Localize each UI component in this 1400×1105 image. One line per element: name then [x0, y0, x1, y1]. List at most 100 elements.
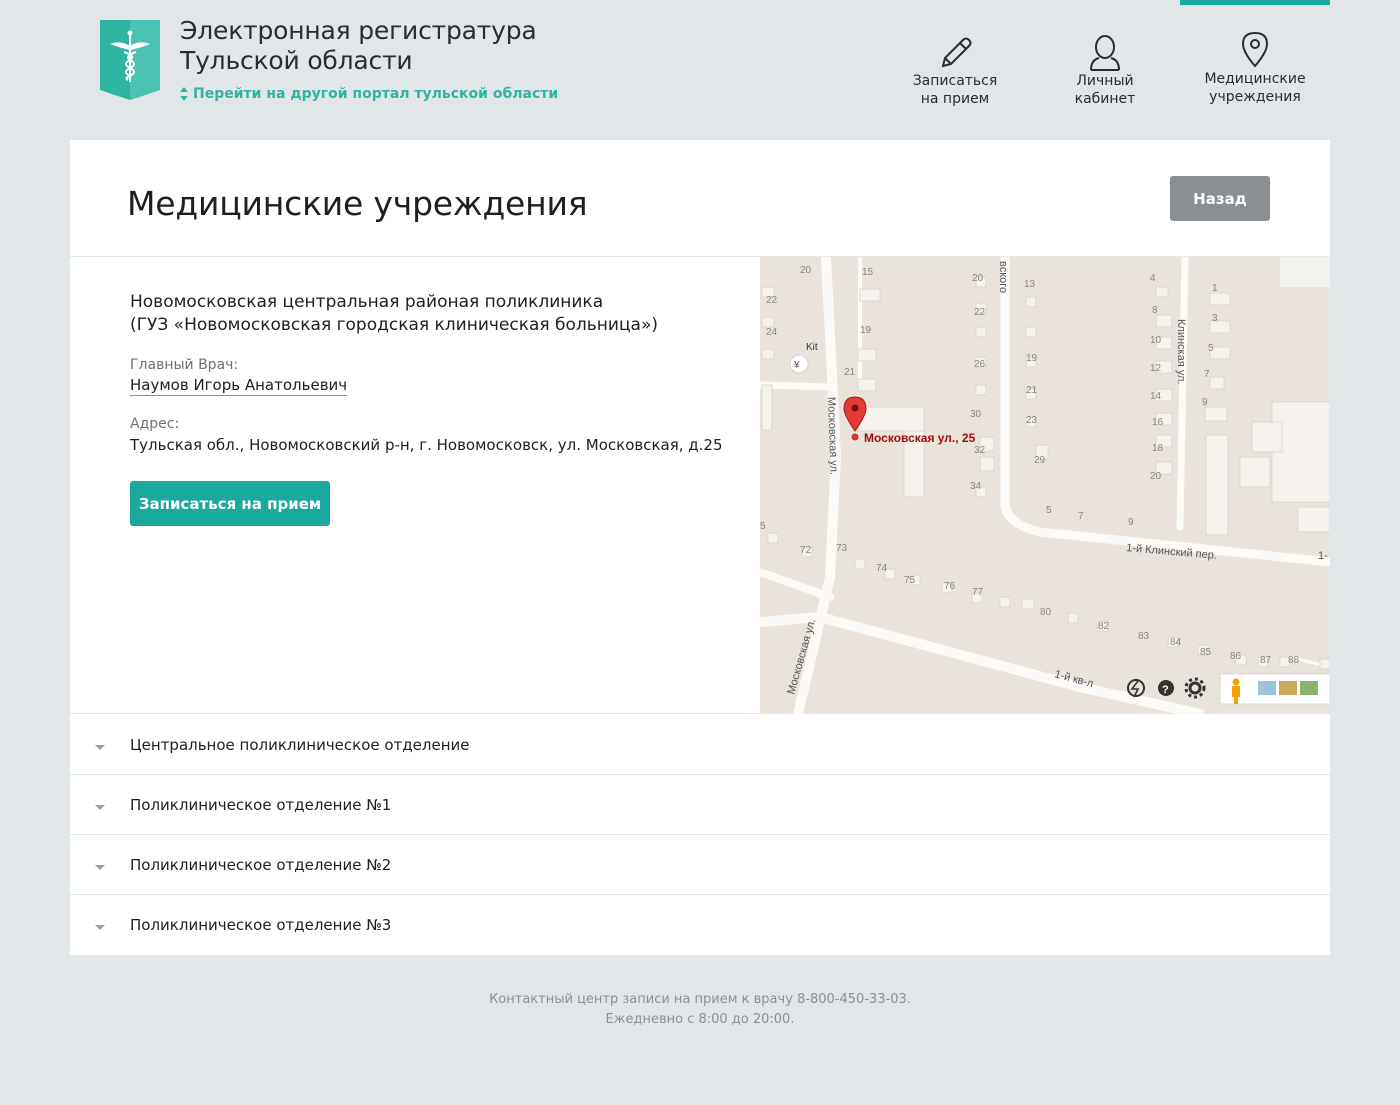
- institution-details: Новомосковская центральная районая полик…: [130, 291, 750, 526]
- svg-text:76: 76: [944, 581, 956, 592]
- chief-doctor-link[interactable]: Наумов Игорь Анатольевич: [130, 376, 348, 396]
- svg-text:80: 80: [1040, 607, 1052, 618]
- nav-personal-account[interactable]: Личный кабинет: [1030, 0, 1180, 120]
- department-row[interactable]: Поликлиническое отделение №2: [70, 835, 1330, 895]
- svg-text:16: 16: [1152, 417, 1164, 428]
- chevron-down-icon: [95, 745, 105, 750]
- nav-book-appointment-label: Записаться на прием: [912, 73, 998, 107]
- site-title-line1: Электронная регистратура: [180, 16, 537, 45]
- location-map[interactable]: 20 15 22 24 19 21 20 22 26 30 32 34 13 19 21 23 …: [760, 257, 1330, 714]
- svg-text:21: 21: [844, 367, 856, 378]
- footer-contact: Контактный центр записи на прием к врачу…: [489, 992, 911, 1007]
- svg-text:5: 5: [1208, 343, 1214, 354]
- department-row[interactable]: Поликлиническое отделение №3: [70, 895, 1330, 955]
- svg-text:82: 82: [1098, 621, 1110, 632]
- chief-doctor-label: Главный Врач:: [130, 357, 239, 373]
- svg-text:30: 30: [970, 409, 982, 420]
- svg-text:86: 86: [1230, 651, 1242, 662]
- svg-text:75: 75: [904, 575, 916, 586]
- institution-name-line2: (ГУЗ «Новомосковская городская клиническ…: [130, 315, 658, 335]
- institution-name: Новомосковская центральная районая полик…: [130, 291, 750, 337]
- department-row[interactable]: Поликлиническое отделение №1: [70, 775, 1330, 835]
- nav-medical-institutions[interactable]: Медицинские учреждения: [1180, 0, 1330, 120]
- svg-text:74: 74: [876, 563, 888, 574]
- caduceus-logo-icon[interactable]: [100, 20, 160, 100]
- svg-text:22: 22: [766, 295, 778, 306]
- svg-text:4: 4: [1150, 273, 1156, 284]
- main-card: Медицинские учреждения Назад Новомосковс…: [70, 140, 1330, 955]
- svg-text:9: 9: [1202, 397, 1208, 408]
- footer-hours: Ежедневно с 8:00 до 20:00.: [605, 1012, 795, 1027]
- svg-text:7: 7: [1204, 369, 1210, 380]
- chevron-down-icon: [95, 925, 105, 930]
- chevron-down-icon: [95, 805, 105, 810]
- svg-text:3: 3: [1212, 313, 1218, 324]
- address-value: Тульская обл., Новомосковский р-н, г. Но…: [130, 436, 723, 454]
- svg-text:73: 73: [836, 543, 848, 554]
- department-name: Поликлиническое отделение №3: [130, 916, 392, 934]
- map-pin-icon: [1241, 31, 1269, 68]
- back-button[interactable]: Назад: [1170, 176, 1270, 221]
- svg-text:20: 20: [800, 265, 812, 276]
- marker-label: Московская ул., 25: [864, 431, 976, 445]
- svg-text:32: 32: [974, 445, 986, 456]
- svg-text:20: 20: [972, 273, 984, 284]
- svg-text:15: 15: [862, 267, 874, 278]
- nav-personal-account-label: Личный кабинет: [1074, 73, 1136, 107]
- site-header: Электронная регистратура Тульской област…: [0, 0, 1400, 140]
- svg-text:1: 1: [1212, 283, 1218, 294]
- svg-text:84: 84: [1170, 637, 1182, 648]
- svg-text:19: 19: [1026, 353, 1038, 364]
- svg-text:5: 5: [760, 521, 766, 532]
- institution-name-line1: Новомосковская центральная районая полик…: [130, 292, 604, 312]
- svg-text:19: 19: [860, 325, 872, 336]
- svg-text:34: 34: [970, 481, 982, 492]
- svg-text:вского: вского: [997, 261, 1009, 293]
- footer: Контактный центр записи на прием к врачу…: [0, 990, 1400, 1030]
- svg-text:83: 83: [1138, 631, 1150, 642]
- department-name: Поликлиническое отделение №1: [130, 796, 392, 814]
- svg-text:20: 20: [1150, 471, 1162, 482]
- svg-text:21: 21: [1026, 385, 1038, 396]
- svg-text:14: 14: [1150, 391, 1162, 402]
- atm-icon: ¥: [793, 360, 800, 371]
- page-title: Медицинские учреждения: [127, 184, 588, 223]
- svg-text:72: 72: [800, 545, 812, 556]
- svg-text:10: 10: [1150, 335, 1162, 346]
- svg-text:?: ?: [1162, 684, 1169, 696]
- svg-text:22: 22: [974, 307, 986, 318]
- svg-text:8: 8: [1152, 305, 1158, 316]
- svg-text:24: 24: [766, 327, 778, 338]
- pencil-icon: [941, 37, 972, 68]
- svg-text:Kit: Kit: [806, 342, 818, 353]
- card-header: Медицинские учреждения Назад: [70, 140, 1330, 257]
- svg-text:29: 29: [1034, 455, 1046, 466]
- svg-text:5: 5: [1046, 505, 1052, 516]
- main-nav: Записаться на прием Личный кабинет Медиц…: [880, 0, 1330, 120]
- switch-portal-link[interactable]: Перейти на другой портал тульской област…: [180, 86, 558, 102]
- svg-text:87: 87: [1260, 655, 1272, 666]
- department-name: Центральное поликлиническое отделение: [130, 736, 470, 754]
- svg-text:9: 9: [1128, 517, 1134, 528]
- switch-portal-label: Перейти на другой портал тульской област…: [193, 86, 559, 102]
- svg-text:88: 88: [1288, 655, 1300, 666]
- svg-text:1-: 1-: [1318, 550, 1328, 562]
- department-name: Поликлиническое отделение №2: [130, 856, 392, 874]
- nav-book-appointment[interactable]: Записаться на прием: [880, 0, 1030, 120]
- svg-text:Клинская ул.: Клинская ул.: [1175, 319, 1187, 384]
- user-icon: [1090, 35, 1120, 71]
- site-title: Электронная регистратура Тульской област…: [180, 16, 537, 76]
- svg-text:7: 7: [1078, 511, 1084, 522]
- book-appointment-button[interactable]: Записаться на прием: [130, 481, 330, 526]
- map-canvas[interactable]: 20 15 2224 1921 2022 2630 3234 1319 2123 …: [760, 257, 1330, 714]
- svg-text:85: 85: [1200, 647, 1212, 658]
- svg-text:23: 23: [1026, 415, 1038, 426]
- institution-info: Новомосковская центральная районая полик…: [70, 257, 1330, 714]
- department-row[interactable]: Центральное поликлиническое отделение: [70, 715, 1330, 775]
- address-label: Адрес:: [130, 416, 180, 432]
- chevron-down-icon: [95, 865, 105, 870]
- svg-text:26: 26: [974, 359, 986, 370]
- up-down-arrows-icon: [180, 87, 188, 101]
- svg-text:12: 12: [1150, 363, 1162, 374]
- svg-text:13: 13: [1024, 279, 1036, 290]
